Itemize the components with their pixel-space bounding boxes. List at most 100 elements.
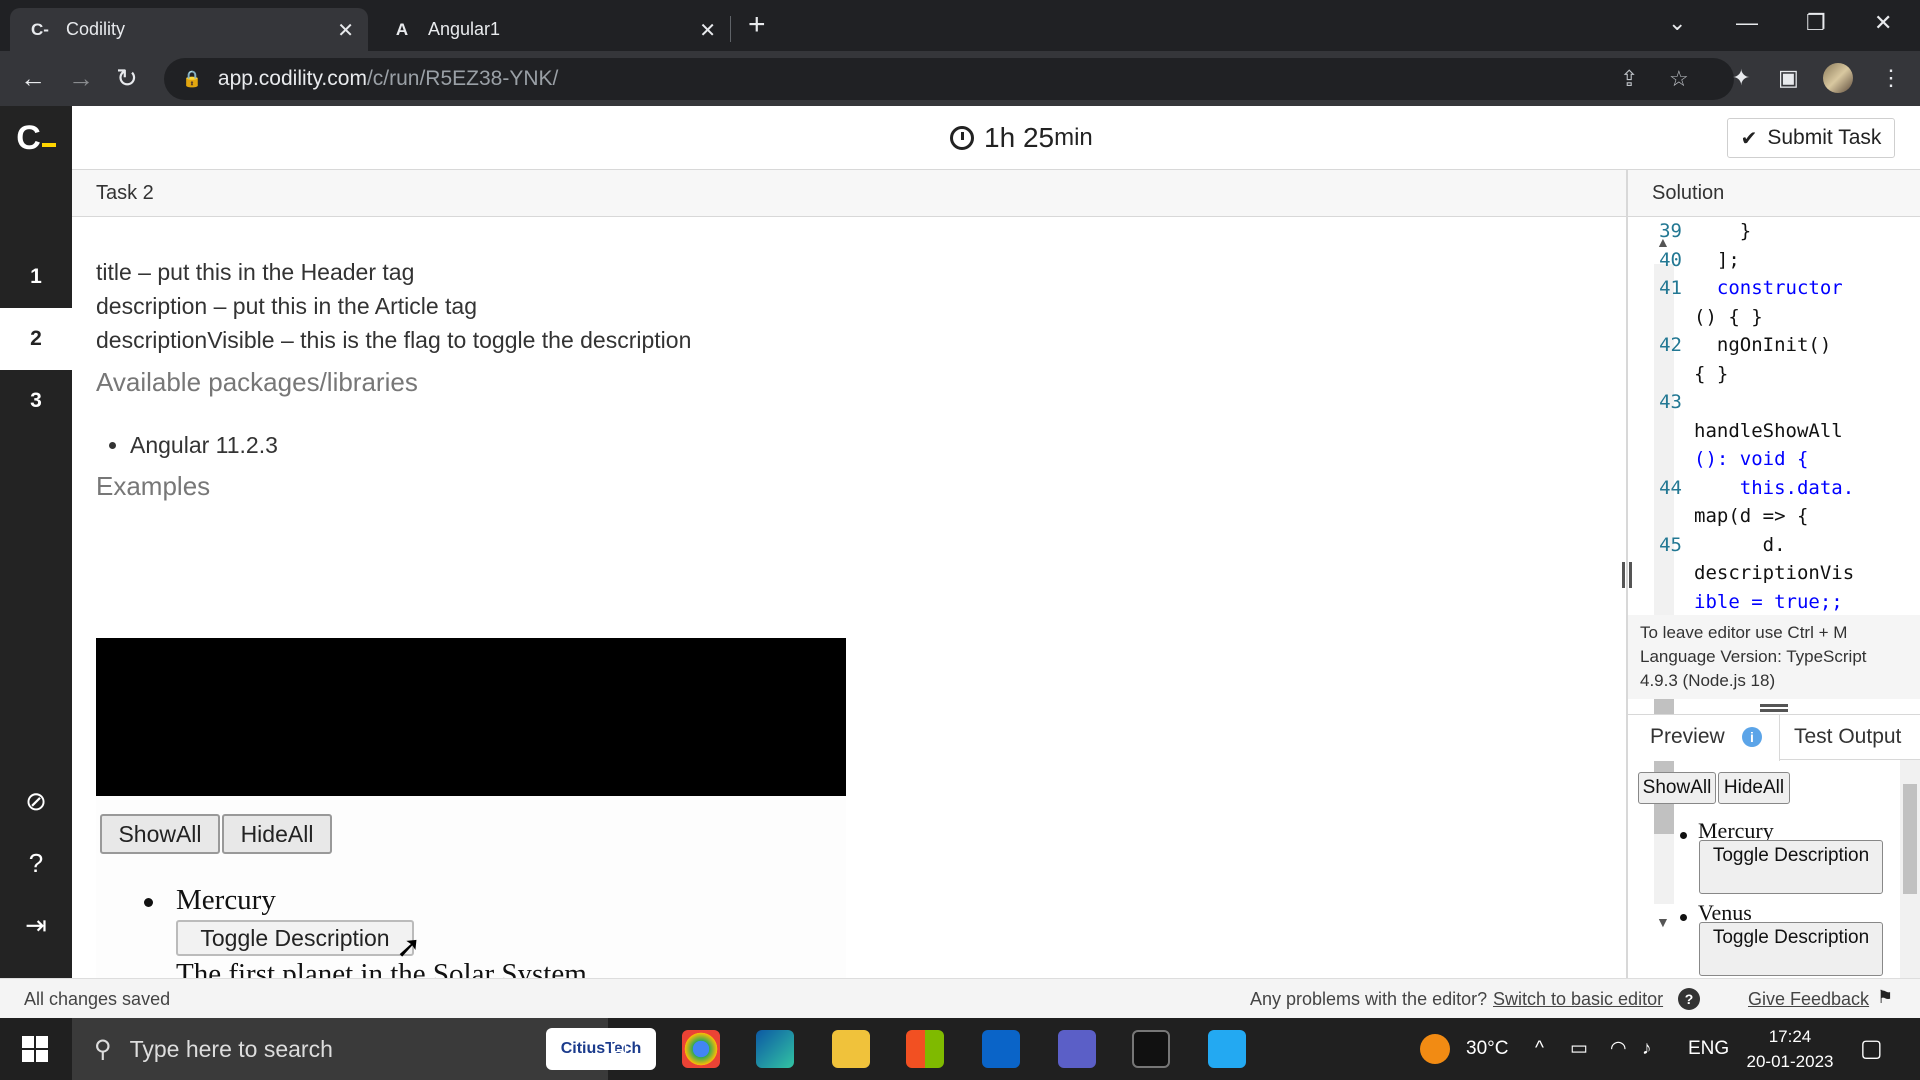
code-text: handleShowAll xyxy=(1694,419,1843,442)
menu-icon[interactable]: ⋮ xyxy=(1880,65,1902,91)
chrome-icon[interactable] xyxy=(682,1030,720,1068)
scroll-thumb[interactable] xyxy=(1903,784,1917,894)
window-close-icon[interactable]: ✕ xyxy=(1874,10,1892,36)
task-3-button[interactable]: 3 xyxy=(0,370,72,432)
code-line[interactable]: 41 constructor xyxy=(1628,274,1920,303)
line-number xyxy=(1628,417,1694,446)
avatar[interactable] xyxy=(1823,63,1853,93)
battery-icon[interactable]: ▭ xyxy=(1570,1018,1588,1080)
clock[interactable]: 17:24 20-01-2023 xyxy=(1740,1024,1840,1074)
reload-icon[interactable]: ↻ xyxy=(116,63,138,94)
taskbar-search[interactable]: ⚲ Type here to search CitiusTech xyxy=(72,1018,656,1080)
code-text: ngOnInit() xyxy=(1694,334,1832,356)
store-icon[interactable] xyxy=(906,1030,944,1068)
minimize-icon[interactable]: — xyxy=(1736,10,1758,36)
code-line[interactable]: map(d => { xyxy=(1628,502,1920,531)
code-line[interactable]: { } xyxy=(1628,360,1920,389)
preview-scrollbar[interactable] xyxy=(1900,760,1920,978)
tab-search-icon[interactable]: ⌄ xyxy=(1668,10,1686,36)
side-panel-icon[interactable]: ▣ xyxy=(1778,65,1799,91)
editor-hint: To leave editor use Ctrl + M xyxy=(1640,623,1848,642)
volume-icon[interactable]: ♪ xyxy=(1642,1018,1652,1080)
close-icon[interactable]: ✕ xyxy=(337,18,354,43)
logo-letter: C xyxy=(16,118,41,157)
feedback-link[interactable]: Give Feedback xyxy=(1748,989,1869,1010)
search-placeholder: Type here to search xyxy=(129,1035,333,1062)
vscode-icon[interactable] xyxy=(1208,1030,1246,1068)
preview-showall-button[interactable]: ShowAll xyxy=(1638,772,1716,804)
code-line[interactable]: handleShowAll xyxy=(1628,417,1920,446)
url-host: app.codility.com xyxy=(217,67,367,90)
code-line[interactable]: 45 d. xyxy=(1628,531,1920,560)
packages-list: Angular 11.2.3 xyxy=(130,432,1602,459)
example-item: Mercury xyxy=(176,884,276,916)
preview-hideall-button[interactable]: HideAll xyxy=(1718,772,1790,804)
tab-test-output[interactable]: Test Output xyxy=(1794,715,1901,761)
code-text: ible = true;; xyxy=(1694,590,1843,613)
extensions-icon[interactable]: ✦ xyxy=(1732,65,1750,91)
outlook-icon[interactable] xyxy=(982,1030,1020,1068)
example-toggle-button: Toggle Description xyxy=(176,920,414,956)
citius-badge[interactable]: CitiusTech xyxy=(546,1028,656,1070)
task-sidebar: C 1 2 3 ⊘ ? ⇥ xyxy=(0,106,72,978)
code-line[interactable]: 43 xyxy=(1628,388,1920,417)
close-icon[interactable]: ✕ xyxy=(699,18,716,43)
wifi-icon[interactable]: ◠ xyxy=(1610,1018,1627,1080)
back-icon[interactable]: ← xyxy=(20,63,46,94)
file-explorer-icon[interactable] xyxy=(832,1030,870,1068)
submit-task-button[interactable]: ✔ Submit Task xyxy=(1727,118,1895,158)
code-line[interactable]: ible = true;; xyxy=(1628,588,1920,616)
code-line[interactable]: descriptionVis xyxy=(1628,559,1920,588)
tab-angular1[interactable]: A Angular1 ✕ xyxy=(372,8,730,51)
help-icon[interactable]: ? xyxy=(20,848,52,880)
exit-icon[interactable]: ⇥ xyxy=(20,910,52,942)
help-icon[interactable]: ? xyxy=(1678,988,1700,1010)
code-line[interactable]: 42 ngOnInit() xyxy=(1628,331,1920,360)
star-icon[interactable]: ☆ xyxy=(1669,66,1689,92)
code-line[interactable]: () { } xyxy=(1628,303,1920,332)
share-icon[interactable]: ⇪ xyxy=(1620,66,1638,92)
language-indicator[interactable]: ENG xyxy=(1688,1018,1729,1080)
address-bar[interactable]: 🔒 app.codility.com/c/run/R5EZ38-YNK/ ⇪ ☆ xyxy=(164,58,1734,100)
horizontal-splitter-icon[interactable] xyxy=(1760,704,1788,712)
code-text: map(d => { xyxy=(1694,505,1809,527)
tab-preview[interactable]: Preview i xyxy=(1628,715,1780,761)
accessibility-icon[interactable]: ⊘ xyxy=(20,786,52,818)
restore-icon[interactable]: ❐ xyxy=(1806,10,1826,36)
terminal-icon[interactable] xyxy=(1132,1030,1170,1068)
date: 20-01-2023 xyxy=(1746,1052,1834,1071)
code-line[interactable]: 40 ]; xyxy=(1628,246,1920,275)
time: 17:24 xyxy=(1768,1027,1812,1046)
forward-icon[interactable]: → xyxy=(68,63,94,94)
code-line[interactable]: 39 } xyxy=(1628,217,1920,246)
codility-app: C 1 2 3 ⊘ ? ⇥ 1h 25 min ✔ Submit Task Tas… xyxy=(0,106,1920,1018)
windows-start-icon[interactable] xyxy=(22,1036,48,1062)
tray-chevron-icon[interactable]: ^ xyxy=(1535,1018,1544,1080)
angular-favicon-icon: A xyxy=(395,19,409,39)
codility-favicon-icon: C- xyxy=(31,19,49,39)
code-line[interactable]: 44 this.data. xyxy=(1628,474,1920,503)
search-icon: ⚲ xyxy=(94,1035,112,1063)
new-tab-icon[interactable]: + xyxy=(748,8,766,42)
code-line[interactable]: (): void { xyxy=(1628,445,1920,474)
task-view-icon[interactable]: ⧉ xyxy=(610,1034,627,1062)
temperature[interactable]: 30°C xyxy=(1466,1018,1508,1080)
code-text: ]; xyxy=(1694,248,1740,271)
example-image: ShowAll HideAll Mercury Toggle Descripti… xyxy=(96,638,846,978)
line-number: 41 xyxy=(1659,277,1682,299)
tab-codility[interactable]: C- Codility ✕ xyxy=(10,8,368,51)
teams-icon[interactable] xyxy=(1058,1030,1096,1068)
line-number: 43 xyxy=(1659,391,1682,413)
switch-editor-link[interactable]: Switch to basic editor xyxy=(1493,989,1663,1010)
code-editor[interactable]: 39 } 40 ]; 41 constructor() { } 42 ngOnInit… xyxy=(1628,217,1920,615)
bullet xyxy=(1680,832,1687,839)
citius-label: CitiusTech xyxy=(560,1040,642,1057)
weather-icon[interactable] xyxy=(1420,1034,1450,1064)
info-icon[interactable]: i xyxy=(1742,727,1762,747)
preview-toggle-button[interactable]: Toggle Description xyxy=(1699,922,1883,976)
notifications-icon[interactable]: ▢ xyxy=(1860,1018,1883,1080)
preview-toggle-button[interactable]: Toggle Description xyxy=(1699,840,1883,894)
task-1-button[interactable]: 1 xyxy=(0,246,72,308)
task-2-button[interactable]: 2 xyxy=(0,308,72,370)
edge-icon[interactable] xyxy=(756,1030,794,1068)
